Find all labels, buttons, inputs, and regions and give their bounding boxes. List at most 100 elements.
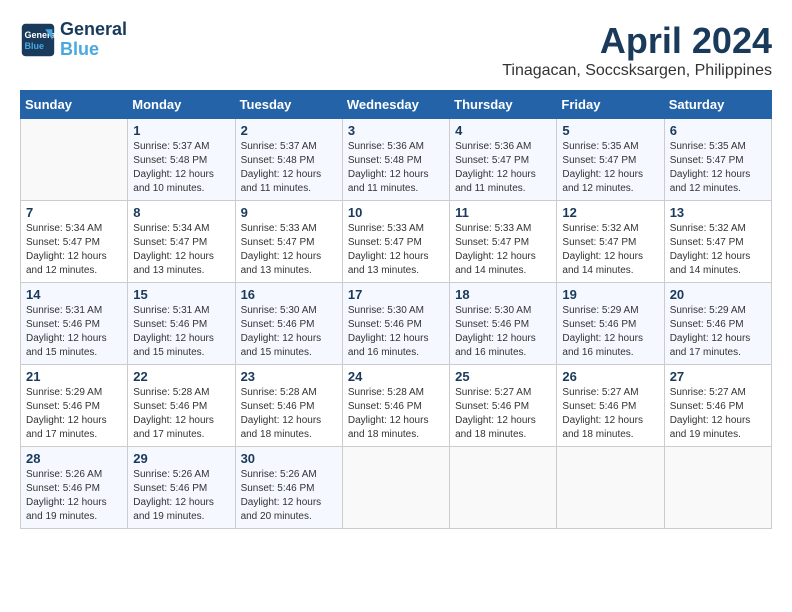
calendar-subtitle: Tinagacan, Soccsksargen, Philippines (502, 62, 772, 80)
calendar-cell (21, 119, 128, 201)
day-info: Sunrise: 5:33 AM Sunset: 5:47 PM Dayligh… (455, 222, 551, 278)
page-header: General Blue General Blue April 2024 Tin… (20, 20, 772, 80)
calendar-cell: 28 Sunrise: 5:26 AM Sunset: 5:46 PM Dayli… (21, 447, 128, 529)
day-info: Sunrise: 5:32 AM Sunset: 5:47 PM Dayligh… (562, 222, 658, 278)
weekday-header-monday: Monday (128, 91, 235, 119)
weekday-header-friday: Friday (557, 91, 664, 119)
day-number: 28 (26, 451, 122, 466)
day-number: 22 (133, 369, 229, 384)
day-number: 27 (670, 369, 766, 384)
day-info: Sunrise: 5:35 AM Sunset: 5:47 PM Dayligh… (670, 140, 766, 196)
day-number: 5 (562, 123, 658, 138)
day-info: Sunrise: 5:26 AM Sunset: 5:46 PM Dayligh… (26, 468, 122, 524)
day-number: 29 (133, 451, 229, 466)
weekday-header-tuesday: Tuesday (235, 91, 342, 119)
day-info: Sunrise: 5:28 AM Sunset: 5:46 PM Dayligh… (241, 386, 337, 442)
day-number: 20 (670, 287, 766, 302)
calendar-cell (342, 447, 449, 529)
day-info: Sunrise: 5:31 AM Sunset: 5:46 PM Dayligh… (133, 304, 229, 360)
day-info: Sunrise: 5:33 AM Sunset: 5:47 PM Dayligh… (348, 222, 444, 278)
calendar-cell: 27 Sunrise: 5:27 AM Sunset: 5:46 PM Dayli… (664, 365, 771, 447)
calendar-cell: 22 Sunrise: 5:28 AM Sunset: 5:46 PM Dayli… (128, 365, 235, 447)
day-info: Sunrise: 5:30 AM Sunset: 5:46 PM Dayligh… (241, 304, 337, 360)
calendar-cell: 24 Sunrise: 5:28 AM Sunset: 5:46 PM Dayli… (342, 365, 449, 447)
calendar-cell: 9Sunrise: 5:33 AM Sunset: 5:47 PM Daylig… (235, 201, 342, 283)
day-info: Sunrise: 5:28 AM Sunset: 5:46 PM Dayligh… (348, 386, 444, 442)
logo-text-line2: Blue (60, 40, 127, 60)
day-number: 2 (241, 123, 337, 138)
calendar-week-row: 14 Sunrise: 5:31 AM Sunset: 5:46 PM Dayli… (21, 283, 772, 365)
calendar-cell: 10 Sunrise: 5:33 AM Sunset: 5:47 PM Dayli… (342, 201, 449, 283)
weekday-header-thursday: Thursday (450, 91, 557, 119)
day-number: 11 (455, 205, 551, 220)
day-number: 15 (133, 287, 229, 302)
calendar-cell: 26 Sunrise: 5:27 AM Sunset: 5:46 PM Dayli… (557, 365, 664, 447)
day-number: 25 (455, 369, 551, 384)
day-info: Sunrise: 5:36 AM Sunset: 5:47 PM Dayligh… (455, 140, 551, 196)
calendar-cell: 21 Sunrise: 5:29 AM Sunset: 5:46 PM Dayli… (21, 365, 128, 447)
day-info: Sunrise: 5:34 AM Sunset: 5:47 PM Dayligh… (133, 222, 229, 278)
calendar-cell: 1 Sunrise: 5:37 AM Sunset: 5:48 PM Daylig… (128, 119, 235, 201)
day-info: Sunrise: 5:26 AM Sunset: 5:46 PM Dayligh… (133, 468, 229, 524)
day-number: 3 (348, 123, 444, 138)
day-info: Sunrise: 5:35 AM Sunset: 5:47 PM Dayligh… (562, 140, 658, 196)
day-number: 26 (562, 369, 658, 384)
day-info: Sunrise: 5:34 AM Sunset: 5:47 PM Dayligh… (26, 222, 122, 278)
calendar-cell: 11 Sunrise: 5:33 AM Sunset: 5:47 PM Dayli… (450, 201, 557, 283)
calendar-cell: 5 Sunrise: 5:35 AM Sunset: 5:47 PM Daylig… (557, 119, 664, 201)
calendar-cell: 7 Sunrise: 5:34 AM Sunset: 5:47 PM Daylig… (21, 201, 128, 283)
day-info: Sunrise: 5:36 AM Sunset: 5:48 PM Dayligh… (348, 140, 444, 196)
calendar-title: April 2024 (502, 20, 772, 62)
calendar-cell: 3 Sunrise: 5:36 AM Sunset: 5:48 PM Daylig… (342, 119, 449, 201)
day-info: Sunrise: 5:33 AM Sunset: 5:47 PM Dayligh… (241, 222, 337, 278)
calendar-cell: 12Sunrise: 5:32 AM Sunset: 5:47 PM Dayli… (557, 201, 664, 283)
calendar-cell: 15 Sunrise: 5:31 AM Sunset: 5:46 PM Dayli… (128, 283, 235, 365)
day-number: 10 (348, 205, 444, 220)
day-info: Sunrise: 5:30 AM Sunset: 5:46 PM Dayligh… (348, 304, 444, 360)
calendar-cell: 30Sunrise: 5:26 AM Sunset: 5:46 PM Dayli… (235, 447, 342, 529)
day-number: 16 (241, 287, 337, 302)
calendar-cell: 17Sunrise: 5:30 AM Sunset: 5:46 PM Dayli… (342, 283, 449, 365)
day-info: Sunrise: 5:32 AM Sunset: 5:47 PM Dayligh… (670, 222, 766, 278)
day-number: 13 (670, 205, 766, 220)
day-number: 7 (26, 205, 122, 220)
calendar-week-row: 1 Sunrise: 5:37 AM Sunset: 5:48 PM Daylig… (21, 119, 772, 201)
calendar-cell: 13 Sunrise: 5:32 AM Sunset: 5:47 PM Dayli… (664, 201, 771, 283)
svg-text:Blue: Blue (25, 41, 45, 51)
day-number: 14 (26, 287, 122, 302)
calendar-cell (450, 447, 557, 529)
calendar-table: SundayMondayTuesdayWednesdayThursdayFrid… (20, 90, 772, 529)
day-number: 24 (348, 369, 444, 384)
calendar-cell: 23 Sunrise: 5:28 AM Sunset: 5:46 PM Dayli… (235, 365, 342, 447)
weekday-header-row: SundayMondayTuesdayWednesdayThursdayFrid… (21, 91, 772, 119)
day-number: 8 (133, 205, 229, 220)
calendar-cell: 16 Sunrise: 5:30 AM Sunset: 5:46 PM Dayli… (235, 283, 342, 365)
calendar-week-row: 21 Sunrise: 5:29 AM Sunset: 5:46 PM Dayli… (21, 365, 772, 447)
day-number: 21 (26, 369, 122, 384)
day-info: Sunrise: 5:29 AM Sunset: 5:46 PM Dayligh… (562, 304, 658, 360)
weekday-header-saturday: Saturday (664, 91, 771, 119)
calendar-cell: 8 Sunrise: 5:34 AM Sunset: 5:47 PM Daylig… (128, 201, 235, 283)
day-info: Sunrise: 5:37 AM Sunset: 5:48 PM Dayligh… (241, 140, 337, 196)
title-section: April 2024 Tinagacan, Soccsksargen, Phil… (502, 20, 772, 80)
weekday-header-wednesday: Wednesday (342, 91, 449, 119)
day-number: 1 (133, 123, 229, 138)
day-number: 30 (241, 451, 337, 466)
day-info: Sunrise: 5:27 AM Sunset: 5:46 PM Dayligh… (670, 386, 766, 442)
day-info: Sunrise: 5:27 AM Sunset: 5:46 PM Dayligh… (455, 386, 551, 442)
calendar-cell: 2 Sunrise: 5:37 AM Sunset: 5:48 PM Daylig… (235, 119, 342, 201)
calendar-cell: 19Sunrise: 5:29 AM Sunset: 5:46 PM Dayli… (557, 283, 664, 365)
day-info: Sunrise: 5:37 AM Sunset: 5:48 PM Dayligh… (133, 140, 229, 196)
day-number: 23 (241, 369, 337, 384)
day-info: Sunrise: 5:30 AM Sunset: 5:46 PM Dayligh… (455, 304, 551, 360)
calendar-cell (557, 447, 664, 529)
day-info: Sunrise: 5:27 AM Sunset: 5:46 PM Dayligh… (562, 386, 658, 442)
day-number: 6 (670, 123, 766, 138)
weekday-header-sunday: Sunday (21, 91, 128, 119)
calendar-cell: 18Sunrise: 5:30 AM Sunset: 5:46 PM Dayli… (450, 283, 557, 365)
day-info: Sunrise: 5:28 AM Sunset: 5:46 PM Dayligh… (133, 386, 229, 442)
day-info: Sunrise: 5:29 AM Sunset: 5:46 PM Dayligh… (670, 304, 766, 360)
logo-text-line1: General (60, 20, 127, 40)
day-info: Sunrise: 5:29 AM Sunset: 5:46 PM Dayligh… (26, 386, 122, 442)
logo-icon: General Blue (20, 22, 56, 58)
